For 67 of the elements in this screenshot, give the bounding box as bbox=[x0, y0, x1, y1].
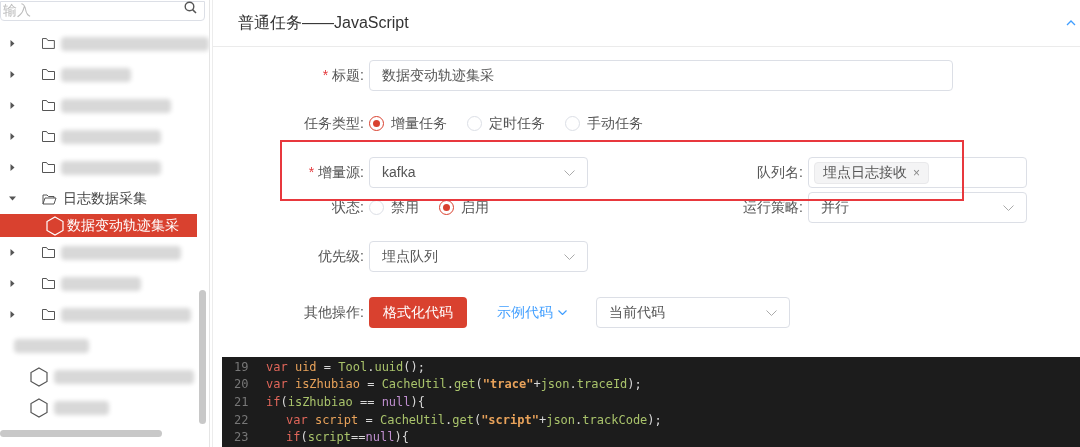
radio-option[interactable]: 禁用 bbox=[369, 197, 419, 218]
folder-icon bbox=[42, 309, 55, 320]
folder-icon bbox=[42, 131, 55, 142]
folder-icon bbox=[42, 247, 55, 258]
caret-right-icon[interactable] bbox=[9, 164, 16, 171]
caret-right-icon[interactable] bbox=[9, 40, 16, 47]
format-code-button[interactable]: 格式化代码 bbox=[369, 297, 467, 328]
line-number: 22 bbox=[233, 411, 250, 429]
radio-option[interactable]: 定时任务 bbox=[467, 113, 545, 134]
folder-icon bbox=[42, 100, 55, 111]
open-folder-icon bbox=[42, 192, 57, 205]
select-field[interactable]: 并行 bbox=[808, 192, 1027, 223]
caret-right-icon[interactable] bbox=[9, 311, 16, 318]
chevron-down-icon bbox=[558, 310, 567, 315]
folder-icon bbox=[42, 278, 55, 289]
code-line: if(isZhubiao == null){ bbox=[266, 394, 425, 411]
tag: 埋点日志接收 × bbox=[814, 161, 929, 184]
caret-right-icon[interactable] bbox=[9, 133, 16, 140]
tree-item[interactable]: 日志数据采集 bbox=[63, 188, 147, 209]
folder-icon bbox=[42, 162, 55, 173]
scrollbar-thumb[interactable] bbox=[199, 290, 206, 424]
caret-right-icon[interactable] bbox=[9, 102, 16, 109]
caret-right-icon[interactable] bbox=[9, 71, 16, 78]
folder-icon bbox=[42, 69, 55, 80]
field-label: 运行策略: bbox=[743, 198, 803, 217]
line-number: 20 bbox=[233, 376, 250, 394]
blurred-label bbox=[54, 400, 109, 415]
tree-item[interactable]: 数据变动轨迹集采 bbox=[0, 214, 197, 237]
caret-down-icon[interactable] bbox=[9, 195, 16, 202]
code-line: var script = CacheUtil.get("script"+json.trackCode); bbox=[286, 411, 662, 429]
chevron-down-icon bbox=[564, 253, 575, 260]
select-field[interactable]: 埋点队列 bbox=[369, 241, 588, 272]
code-editor[interactable]: 19 var uid = Tool.uuid(); 20 var isZhubiao = CacheUtil.get("trace"+json.traceId); 21 if(isZhubiao == null){ 22 var script = CacheUtil.get("script"+json.trackCode); 23 if(script==null){ bbox=[222, 357, 1080, 447]
required-asterisk: * bbox=[308, 163, 315, 182]
chevron-down-icon bbox=[766, 309, 777, 316]
line-number: 21 bbox=[233, 394, 250, 411]
line-number: 23 bbox=[233, 429, 250, 447]
code-line: var uid = Tool.uuid(); bbox=[266, 358, 425, 376]
radio-option[interactable]: 启用 bbox=[439, 197, 489, 218]
line-number: 19 bbox=[233, 358, 250, 376]
field-label: 其他操作: bbox=[304, 303, 364, 322]
code-line: var isZhubiao = CacheUtil.get("trace"+json.traceId); bbox=[266, 376, 642, 394]
radio-option[interactable]: 增量任务 bbox=[369, 113, 447, 134]
caret-right-icon[interactable] bbox=[9, 249, 16, 256]
field-label: 增量源: bbox=[318, 163, 364, 182]
panel-title: 普通任务——JavaScript bbox=[238, 13, 409, 33]
search-icon[interactable] bbox=[184, 1, 197, 14]
tag-input[interactable]: 埋点日志接收 × bbox=[808, 157, 1027, 188]
field-label: 队列名: bbox=[757, 163, 803, 182]
chevron-down-icon bbox=[564, 169, 575, 176]
select-field[interactable]: 当前代码 bbox=[596, 297, 790, 328]
field-label: 标题: bbox=[332, 66, 364, 85]
select-field[interactable]: kafka bbox=[369, 157, 588, 188]
caret-up-icon[interactable] bbox=[1066, 20, 1076, 26]
required-asterisk: * bbox=[322, 66, 329, 85]
field-label: 任务类型: bbox=[304, 114, 364, 133]
title-input[interactable]: 数据变动轨迹集采 bbox=[369, 60, 953, 91]
field-label: 优先级: bbox=[318, 247, 364, 266]
radio-option[interactable]: 手动任务 bbox=[565, 113, 643, 134]
caret-right-icon[interactable] bbox=[9, 280, 16, 287]
folder-icon bbox=[41, 38, 55, 49]
code-line: if(script==null){ bbox=[286, 429, 409, 447]
chevron-down-icon bbox=[1003, 204, 1014, 211]
search-field[interactable]: 输入 bbox=[0, 0, 205, 21]
scrollbar-thumb[interactable] bbox=[0, 430, 162, 437]
field-label: 状态: bbox=[332, 198, 364, 217]
blurred-label bbox=[61, 67, 131, 82]
